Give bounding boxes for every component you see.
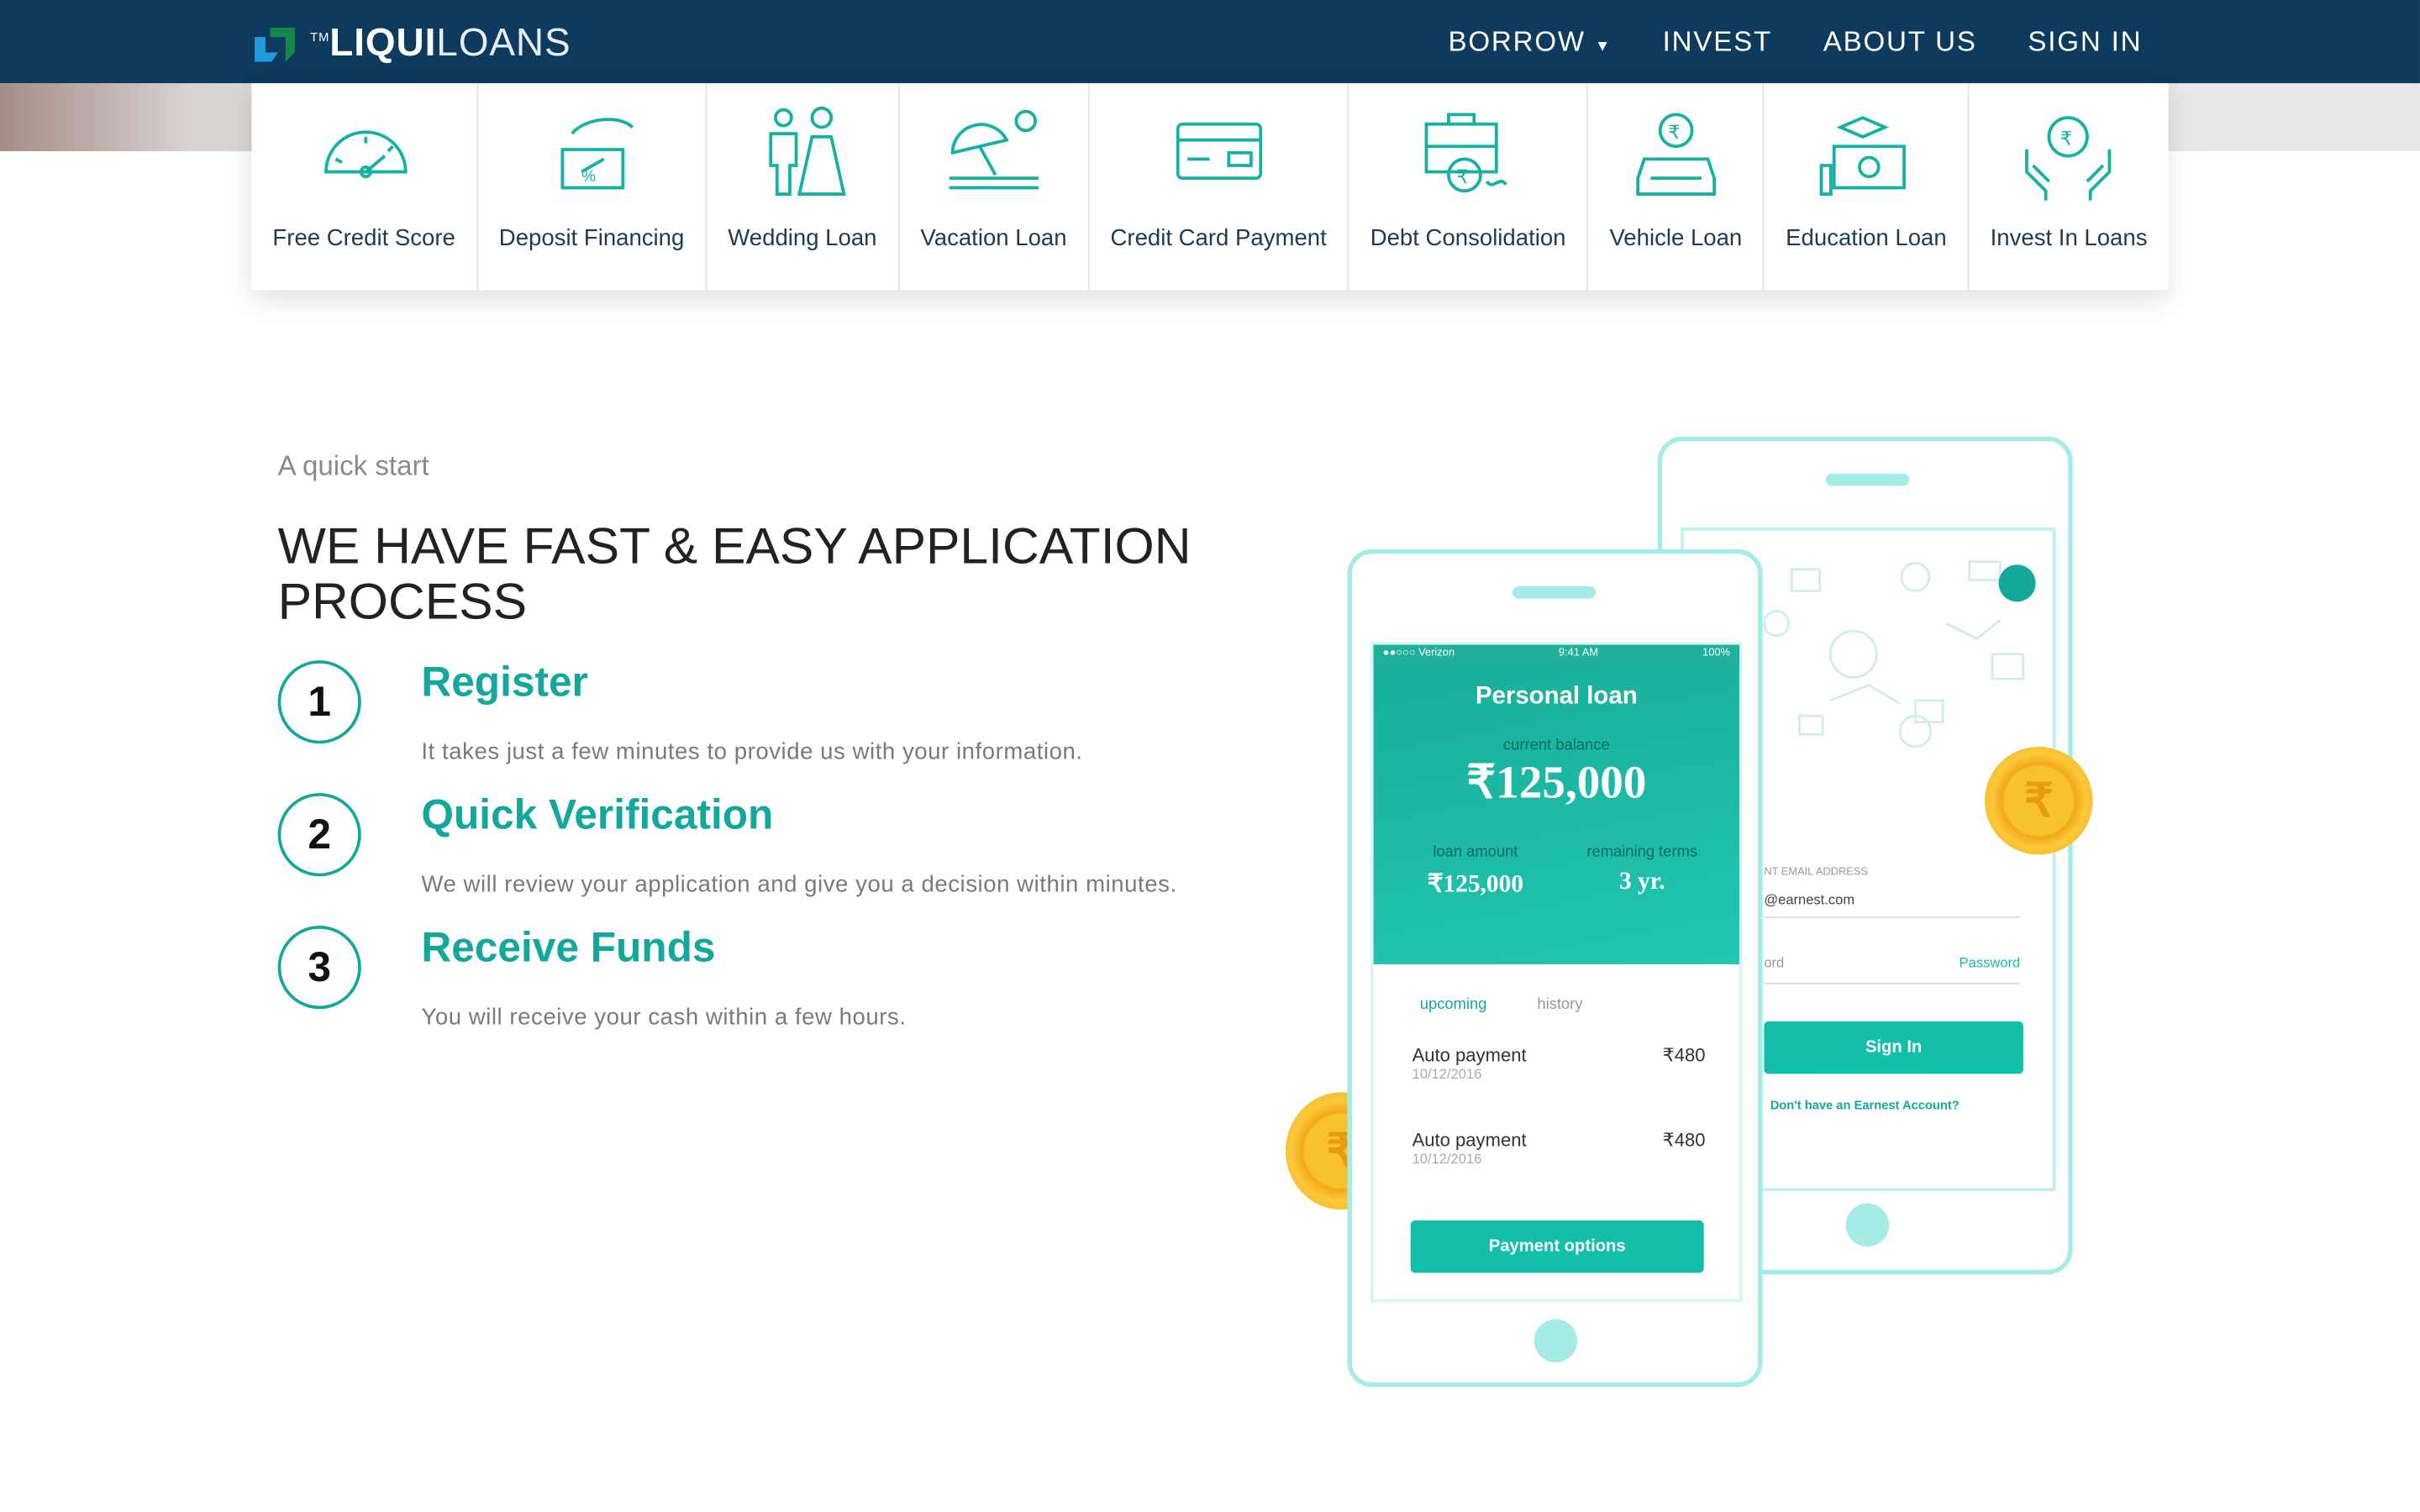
tab-upcoming[interactable]: upcoming xyxy=(1420,997,1487,1014)
payment-amount: ₹480 xyxy=(1662,1129,1706,1152)
svg-text:%: % xyxy=(582,168,597,186)
step-desc-3: You will receive your cash within a few … xyxy=(421,1004,907,1031)
svg-text:₹: ₹ xyxy=(2061,127,2073,149)
step-desc-1: It takes just a few minutes to provide u… xyxy=(421,738,1083,766)
section-kicker: A quick start xyxy=(277,450,429,482)
payment-name: Auto payment xyxy=(1412,1129,1527,1152)
loan-summary-panel: ●●○○○ Verizon 9:41 AM 100% Personal loan c… xyxy=(1373,644,1739,964)
svg-text:₹: ₹ xyxy=(1457,165,1469,187)
borrow-menu: Free Credit Score% Deposit Financing Weddi… xyxy=(251,83,2169,291)
nav-sign-in[interactable]: SIGN IN xyxy=(2028,25,2142,58)
payment-amount: ₹480 xyxy=(1662,1044,1706,1067)
menu-item-wedding-loan[interactable]: Wedding Loan xyxy=(707,83,900,291)
nav-borrow[interactable]: BORROW ▼ xyxy=(1448,25,1612,58)
home-button xyxy=(1845,1203,1890,1247)
nav-about-us[interactable]: ABOUT US xyxy=(1823,25,1977,58)
menu-item-label: Free Credit Score xyxy=(272,225,455,252)
clock: 9:41 AM xyxy=(1558,648,1599,659)
trademark: TM xyxy=(310,30,330,45)
menu-item-label: Invest In Loans xyxy=(1990,225,2148,252)
payment-row: Auto payment ₹480 10/12/2016 xyxy=(1413,1129,1706,1166)
balance-value: ₹125,000 xyxy=(1466,757,1647,809)
menu-item-credit-card-payment[interactable]: Credit Card Payment xyxy=(1089,83,1349,291)
password-label: ord xyxy=(1764,954,1785,971)
sign-in-button[interactable]: Sign In xyxy=(1764,1021,2023,1074)
step-title-2: Quick Verification xyxy=(421,791,774,838)
menu-item-label: Education Loan xyxy=(1786,225,1947,252)
svg-text:₹: ₹ xyxy=(1668,121,1680,143)
signup-link[interactable]: Don't have an Earnest Account? xyxy=(1770,1099,1960,1113)
home-button xyxy=(1534,1319,1578,1362)
menu-item-label: Vacation Loan xyxy=(920,225,1067,252)
loan-amount-label: loan amount xyxy=(1433,843,1518,861)
menu-item-deposit-financing[interactable]: % Deposit Financing xyxy=(478,83,708,291)
menu-item-label: Vehicle Loan xyxy=(1609,225,1743,252)
payment-date: 10/12/2016 xyxy=(1412,1066,1482,1082)
menu-item-debt-consolidation[interactable]: ₹ Debt Consolidation xyxy=(1349,83,1589,291)
menu-item-education-loan[interactable]: Education Loan xyxy=(1765,83,1970,291)
step-desc-2: We will review your application and give… xyxy=(421,871,1177,898)
loan-amount-value: ₹125,000 xyxy=(1427,871,1523,898)
rupee-coin-icon: ₹ xyxy=(1984,746,2093,855)
speedometer-icon xyxy=(324,130,408,179)
menu-item-label: Deposit Financing xyxy=(498,225,685,252)
menu-item-invest-in-loans[interactable]: ₹ Invest In Loans xyxy=(1970,83,2169,290)
step-number-2: 2 xyxy=(277,793,361,877)
status-bar: ●●○○○ Verizon 9:41 AM 100% xyxy=(1373,644,1739,665)
email-field[interactable]: @earnest.com xyxy=(1764,892,2021,918)
loan-title: Personal loan xyxy=(1475,683,1638,710)
step-number-1: 1 xyxy=(277,660,361,744)
tab-history[interactable]: history xyxy=(1537,997,1582,1014)
menu-item-label: Wedding Loan xyxy=(728,225,877,252)
menu-item-label: Debt Consolidation xyxy=(1370,225,1566,252)
loan-screen: ●●○○○ Verizon 9:41 AM 100% Personal loan c… xyxy=(1370,642,1743,1303)
menu-item-vehicle-loan[interactable]: ₹ Vehicle Loan xyxy=(1588,83,1765,291)
phone-speaker xyxy=(1825,473,1909,486)
balance-label: current balance xyxy=(1503,737,1610,755)
menu-item-vacation-loan[interactable]: Vacation Loan xyxy=(899,83,1090,291)
hand-percent-icon: % xyxy=(561,118,634,190)
liquiloans-logo[interactable]: TMLIQUILOANS xyxy=(251,22,571,66)
payment-row: Auto payment ₹480 10/12/2016 xyxy=(1413,1044,1706,1081)
top-navbar: TMLIQUILOANS BORROW ▼ INVEST ABOUT US SI… xyxy=(0,0,2420,84)
payment-name: Auto payment xyxy=(1412,1044,1527,1067)
car-rupee-icon: ₹ xyxy=(1635,113,1716,196)
terms-label: remaining terms xyxy=(1586,843,1698,861)
menu-item-free-credit-score[interactable]: Free Credit Score xyxy=(251,83,478,291)
step-number-3: 3 xyxy=(277,926,361,1010)
graduation-money-icon xyxy=(1819,116,1907,196)
email-label: NT EMAIL ADDRESS xyxy=(1764,867,1868,879)
battery: 100% xyxy=(1702,648,1730,659)
phone-mockup-front: ●●○○○ Verizon 9:41 AM 100% Personal loan c… xyxy=(1347,549,1763,1388)
section-heading: WE HAVE FAST & EASY APPLICATION PROCESS xyxy=(277,517,1192,630)
step-title-1: Register xyxy=(421,659,588,706)
beach-umbrella-icon xyxy=(949,109,1039,190)
phone-speaker xyxy=(1512,585,1597,599)
logo-text-bold: LIQUI xyxy=(329,21,437,66)
payment-date: 10/12/2016 xyxy=(1412,1151,1482,1167)
payment-options-button[interactable]: Payment options xyxy=(1410,1220,1704,1273)
password-field[interactable]: ord Password xyxy=(1764,954,2021,984)
hands-rupee-icon: ₹ xyxy=(2025,116,2112,201)
nav-borrow-label: BORROW xyxy=(1448,25,1586,57)
logo-mark-icon xyxy=(255,27,295,61)
menu-item-label: Credit Card Payment xyxy=(1110,225,1327,252)
briefcase-rupee-icon: ₹ xyxy=(1424,113,1508,193)
caret-down-icon: ▼ xyxy=(1594,37,1612,55)
carrier: ●●○○○ Verizon xyxy=(1382,648,1455,659)
terms-value: 3 yr. xyxy=(1619,869,1665,895)
credit-card-icon xyxy=(1175,122,1262,181)
logo-text-light: LOANS xyxy=(436,21,571,66)
nav-invest[interactable]: INVEST xyxy=(1663,25,1772,58)
step-title-3: Receive Funds xyxy=(421,924,716,971)
wedding-couple-icon xyxy=(769,106,846,196)
page: TMLIQUILOANS BORROW ▼ INVEST ABOUT US SI… xyxy=(0,0,2420,1512)
nav-links: BORROW ▼ INVEST ABOUT US SIGN IN xyxy=(1448,0,2142,83)
password-link[interactable]: Password xyxy=(1960,955,2021,970)
